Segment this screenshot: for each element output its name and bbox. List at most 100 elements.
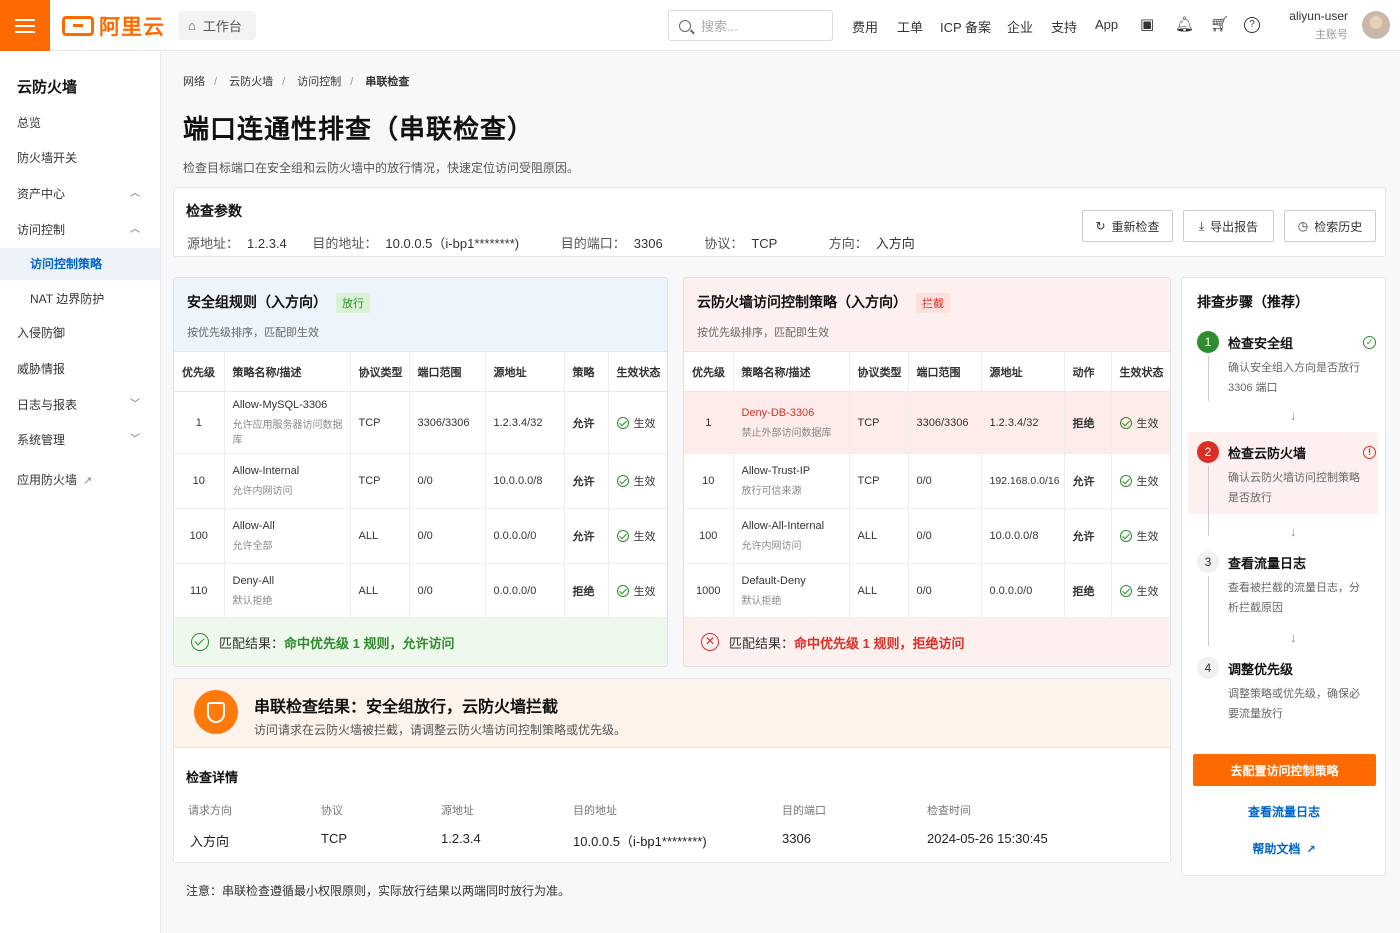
sidebar-item-firewall-switch[interactable]: 防火墙开关 <box>0 142 160 174</box>
history-button[interactable]: ◷ 检索历史 <box>1284 210 1376 242</box>
table-row[interactable]: 100 Allow-All-Internal 允许内网访问 ALL 0/0 10.… <box>684 508 1170 564</box>
breadcrumb-item[interactable]: 访问控制 <box>297 76 341 88</box>
check-circle-icon <box>616 475 629 487</box>
name-cell: Allow-MySQL-3306 允许应用服务器访问数据库 <box>223 391 350 454</box>
aliyun-logo[interactable]: 阿里云 <box>62 13 165 39</box>
src-label: 源地址： <box>187 236 240 251</box>
view-traffic-logs-link[interactable]: 查看流量日志 <box>1182 803 1386 820</box>
step-title: 查看流量日志 <box>1228 556 1307 571</box>
nav-icp[interactable]: ICP 备案 <box>940 17 991 36</box>
fw-rules-table: 优先级 策略名称/描述 协议类型 端口范围 源地址 动作 生效状态 1 Deny… <box>684 351 1170 618</box>
check-circle-icon <box>1119 475 1132 487</box>
name-cell: Allow-Internal 允许内网访问 <box>223 453 350 509</box>
user-info[interactable]: aliyun-user 主账号 <box>1289 9 1348 42</box>
sidebar-item-system[interactable]: 系统管理 ﹀ <box>0 424 160 456</box>
table-row[interactable]: 100 Allow-All 允许全部 ALL 0/0 0.0.0.0/0 允许 生… <box>174 508 667 564</box>
check-circle-icon <box>1119 416 1132 429</box>
nav-app[interactable]: App <box>1095 17 1118 32</box>
table-header: 协议类型 <box>349 351 409 392</box>
help-docs-link[interactable]: 帮助文档 ↗ <box>1182 840 1386 857</box>
step-desc: 确认安全组入方向是否放行 3306 端口 <box>1228 362 1360 394</box>
dir-label: 方向： <box>828 236 868 251</box>
detail-direction: 请求方向 入方向 <box>188 805 232 849</box>
sidebar-item-label: 防火墙开关 <box>17 151 78 165</box>
port-label: 目的端口： <box>560 236 626 251</box>
protocol-cell: TCP <box>349 391 409 454</box>
rule-name: Allow-MySQL-3306 <box>232 399 328 411</box>
top-bar: 阿里云 ⌂ 工作台 搜索... 费用 工单 ICP 备案 企业 支持 App ▣ … <box>0 0 1400 51</box>
protocol-cell: TCP <box>848 391 908 454</box>
table-header: 生效状态 <box>607 351 667 392</box>
step-item[interactable]: 2 检查云防火墙 确认云防火墙访问控制策略是否放行 ! <box>1182 441 1384 511</box>
sidebar-item-ips[interactable]: 入侵防御 <box>0 317 160 349</box>
security-group-panel: 安全组规则（入方向） 放行 按优先级排序，匹配即生效 优先级 策略名称/描述 协议… <box>173 277 668 667</box>
step-number: 2 <box>1197 441 1219 463</box>
sidebar-item-threat-intel[interactable]: 威胁情报 <box>0 353 160 385</box>
nav-billing[interactable]: 费用 <box>852 17 878 36</box>
terminal-icon[interactable]: ▣ <box>1140 15 1154 33</box>
action-cell: 拒绝 <box>1063 563 1111 618</box>
table-row[interactable]: 10 Allow-Trust-IP 放行可信来源 TCP 0/0 192.168.… <box>684 453 1170 509</box>
shield-icon <box>194 690 238 734</box>
status-badge: 放行 <box>336 293 370 313</box>
arrow-down-icon: ↓ <box>1290 630 1297 645</box>
arrow-down-icon: ↓ <box>1290 524 1297 539</box>
table-row[interactable]: 110 Deny-All 默认拒绝 ALL 0/0 0.0.0.0/0 拒绝 生效 <box>174 563 667 618</box>
search-input[interactable]: 搜索... <box>668 10 833 41</box>
sg-panel-header: 安全组规则（入方向） 放行 按优先级排序，匹配即生效 <box>174 278 667 351</box>
port-cell: 0/0 <box>907 563 981 618</box>
sidebar-item-logs[interactable]: 日志与报表 ﹀ <box>0 389 160 421</box>
table-row[interactable]: 1 Allow-MySQL-3306 允许应用服务器访问数据库 TCP 3306/… <box>174 391 667 454</box>
port-cell[interactable]: 3306/3306 <box>408 391 485 454</box>
result-card: 串联检查结果：安全组放行，云防火墙拦截 访问请求在云防火墙被拦截，请调整云防火墙… <box>173 678 1171 863</box>
sidebar-item-waf[interactable]: 应用防火墙 ↗ <box>0 464 160 496</box>
table-header: 动作 <box>1063 351 1111 392</box>
configure-acl-button[interactable]: 去配置访问控制策略 <box>1193 754 1376 786</box>
table-header: 策略名称/描述 <box>223 351 350 392</box>
step-item[interactable]: 4 调整优先级 调整策略或优先级，确保必要流量放行 <box>1182 657 1384 727</box>
sidebar-item-label: 应用防火墙 <box>17 473 78 487</box>
page-title: 端口连通性排查（串联检查） <box>183 114 535 144</box>
nav-enterprise[interactable]: 企业 <box>1007 17 1033 36</box>
nav-ticket[interactable]: 工单 <box>897 17 923 36</box>
step-item[interactable]: 3 查看流量日志 查看被拦截的流量日志，分析拦截原因 <box>1182 551 1384 621</box>
sidebar-item-acl-policy[interactable]: 访问控制策略 <box>0 248 160 280</box>
table-row[interactable]: 10 Allow-Internal 允许内网访问 TCP 0/0 10.0.0.0… <box>174 453 667 509</box>
rule-desc: 默认拒绝 <box>232 595 273 607</box>
sidebar-item-overview[interactable]: 总览 <box>0 107 160 139</box>
sidebar-item-assets[interactable]: 资产中心 ︿ <box>0 178 160 210</box>
chevron-up-icon: ︿ <box>130 224 140 235</box>
port-cell[interactable]: 3306/3306 <box>907 391 981 454</box>
breadcrumb: 网络 / 云防火墙 / 访问控制 / 串联检查 <box>183 76 410 88</box>
steps-title: 排查步骤（推荐） <box>1197 294 1309 310</box>
export-report-button[interactable]: ⤓ 导出报告 <box>1183 210 1274 242</box>
breadcrumb-current: 串联检查 <box>365 76 410 88</box>
external-link-icon: ↗ <box>1306 844 1316 856</box>
sidebar-item-access-control[interactable]: 访问控制 ︿ <box>0 214 160 246</box>
table-row[interactable]: 1 Deny-DB-3306 禁止外部访问数据库 TCP 3306/3306 1.… <box>684 391 1170 454</box>
breadcrumb-item[interactable]: 网络 <box>183 76 205 88</box>
detail-port: 目的端口 3306 <box>782 805 826 846</box>
rule-name: Default-Deny <box>741 574 806 587</box>
help-icon[interactable]: ? <box>1244 17 1260 33</box>
sidebar-item-label: 系统管理 <box>17 433 66 447</box>
bell-icon[interactable]: 🔔︎ <box>1175 15 1194 33</box>
chevron-down-icon: ﹀ <box>130 399 140 410</box>
rule-desc: 禁止外部访问数据库 <box>741 427 832 439</box>
params-row: 源地址： 1.2.3.4 目的地址： 10.0.0.5（i-bp1********)… <box>187 233 915 252</box>
avatar[interactable] <box>1362 11 1390 39</box>
nav-support[interactable]: 支持 <box>1051 17 1077 36</box>
workbench-button[interactable]: ⌂ 工作台 <box>178 11 256 40</box>
chevron-down-icon: ﹀ <box>130 434 140 445</box>
action-cell: 允许 <box>1063 508 1111 564</box>
page-description: 检查目标端口在安全组和云防火墙中的放行情况，快速定位访问受阻原因。 <box>183 161 580 175</box>
cart-icon[interactable]: 🛒︎ <box>1210 15 1229 33</box>
breadcrumb-item[interactable]: 云防火墙 <box>229 76 273 88</box>
priority-cell: 10 <box>684 453 733 509</box>
table-row[interactable]: 1000 Default-Deny 默认拒绝 ALL 0/0 0.0.0.0/0 … <box>684 563 1170 618</box>
recheck-button[interactable]: ↻ 重新检查 <box>1082 210 1173 242</box>
status-badge: 拦截 <box>916 293 950 313</box>
menu-icon[interactable] <box>0 0 50 51</box>
sidebar-item-nat[interactable]: NAT 边界防护 <box>0 283 160 315</box>
step-item[interactable]: 1 检查安全组 确认安全组入方向是否放行 3306 端口 ✓ <box>1182 331 1384 401</box>
